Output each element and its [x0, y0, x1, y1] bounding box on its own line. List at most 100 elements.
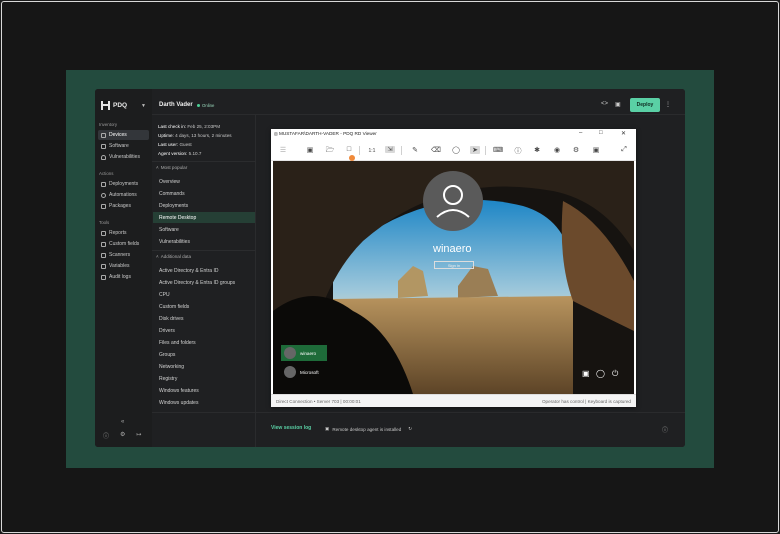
section-label-tools: Tools [99, 220, 110, 225]
logout-icon[interactable]: ↦ [136, 431, 141, 440]
sidebar-item-label: Custom fields [109, 241, 140, 247]
viewer-titlebar[interactable]: ▧ MUSTAFAR\DARTH-VADER - PDQ RD Viewer –… [271, 129, 636, 140]
display-settings-icon[interactable]: ▣ [591, 146, 601, 154]
group-most-popular[interactable]: ˄ Most popular [156, 165, 187, 170]
record-icon[interactable]: ◉ [552, 146, 562, 154]
avatar [284, 366, 296, 378]
panel-item-cpu[interactable]: CPU [153, 289, 255, 300]
help-icon[interactable]: ⓘ [662, 425, 668, 434]
sidebar-item-devices[interactable]: Devices [98, 130, 149, 140]
section-label-actions: Actions [99, 171, 114, 176]
device-panel: Last check in: Feb 25, 2:03PM Uptime: 4 … [152, 115, 256, 447]
panel-item-deployments[interactable]: Deployments [153, 200, 255, 211]
fit-screen-icon[interactable]: ⇲ [385, 146, 395, 153]
panel-item-remote-desktop[interactable]: Remote Desktop [153, 212, 255, 223]
collapse-sidebar-icon[interactable]: « [121, 419, 124, 425]
list-icon [101, 241, 106, 247]
group-additional-data[interactable]: ˄ Additional data [156, 254, 191, 259]
sidebar-item-custom-fields[interactable]: Custom fields [98, 239, 149, 249]
chevron-down-icon[interactable]: ▼ [141, 103, 146, 109]
panel-item-registry[interactable]: Registry [153, 373, 255, 384]
info-icon[interactable]: ⓘ [513, 146, 523, 156]
panel-item-software[interactable]: Software [153, 224, 255, 235]
viewer-statusbar: Direct Connection • Server 703 | 00:00:0… [271, 394, 636, 407]
divider [152, 250, 256, 251]
sidebar-item-label: Automations [109, 192, 137, 198]
pdq-logo-icon [101, 101, 110, 110]
panel-item-windows-updates[interactable]: Windows updates [153, 397, 255, 408]
panel-item-custom-fields[interactable]: Custom fields [153, 301, 255, 312]
online-dot-icon [197, 104, 200, 107]
status-badge: Online [197, 103, 214, 108]
sidebar-item-deployments[interactable]: Deployments [98, 179, 149, 189]
highlight-icon[interactable]: ◯ [451, 146, 461, 154]
tools-icon[interactable]: ✱ [532, 146, 542, 154]
divider [152, 161, 256, 162]
zoom-1-1-button[interactable]: 1:1 [367, 148, 377, 154]
rocket-icon [101, 181, 106, 187]
panel-item-disk-drives[interactable]: Disk drives [153, 313, 255, 324]
panel-item-files-folders[interactable]: Files and folders [153, 337, 255, 348]
view-session-log-link[interactable]: View session log [271, 425, 311, 431]
settings-icon[interactable]: ⚙ [120, 431, 125, 440]
deploy-button[interactable]: Deploy [630, 98, 660, 112]
monitor-icon[interactable]: ▣ [305, 146, 315, 154]
accessibility-icon[interactable]: ◯ [596, 369, 605, 378]
app-icon: ▧ [274, 131, 278, 136]
pen-icon[interactable]: ✎ [410, 146, 420, 154]
maximize-icon[interactable]: □ [599, 130, 603, 136]
sidebar-item-reports[interactable]: Reports [98, 228, 149, 238]
remote-screen[interactable]: winaero Sign in winaero Microsoft ▣ ◯ ⏻ [273, 161, 634, 394]
panel-item-ad-groups[interactable]: Active Directory & Entra ID groups [153, 277, 255, 288]
close-icon[interactable]: ✕ [621, 130, 626, 137]
box-icon [101, 143, 106, 149]
help-icon[interactable]: ⓘ [103, 431, 109, 440]
sidebar-item-audit-logs[interactable]: Audit logs [98, 272, 149, 282]
connection-status: Direct Connection • Server 703 | 00:00:0… [276, 399, 361, 404]
user-tile[interactable]: winaero [281, 345, 327, 361]
user-tile[interactable]: Microsoft [281, 364, 327, 380]
panel-item-overview[interactable]: Overview [153, 176, 255, 187]
control-status: Operator has control | Keyboard is captu… [541, 399, 631, 404]
fullscreen-icon[interactable]: ⤢ [619, 146, 629, 154]
lock-screen-user: winaero [433, 243, 472, 255]
monitor-icon[interactable]: ▣ [615, 101, 621, 108]
sidebar-item-vulnerabilities[interactable]: Vulnerabilities [98, 152, 149, 162]
power-icon[interactable]: ⏻ [612, 369, 618, 379]
panel-item-vulnerabilities[interactable]: Vulnerabilities [153, 236, 255, 247]
keyboard-icon[interactable]: ⌨ [493, 146, 503, 154]
sidebar-item-label: Deployments [109, 181, 139, 187]
rd-viewer-window: ▧ MUSTAFAR\DARTH-VADER - PDQ RD Viewer –… [271, 129, 636, 407]
scan-icon [101, 252, 106, 258]
folder-icon[interactable]: 🗁 [325, 146, 335, 157]
panel-item-windows-features[interactable]: Windows features [153, 385, 255, 396]
chat-icon[interactable]: □ [344, 146, 354, 153]
code-icon[interactable]: <> [601, 101, 608, 107]
eraser-icon[interactable]: ⌫ [431, 146, 441, 154]
pointer-icon[interactable]: ➤ [470, 146, 480, 154]
panel-item-drivers[interactable]: Drivers [153, 325, 255, 336]
sidebar-item-automations[interactable]: Automations [98, 190, 149, 200]
panel-item-commands[interactable]: Commands [153, 188, 255, 199]
minimize-icon[interactable]: – [579, 130, 582, 136]
sidebar-item-label: Software [109, 143, 129, 149]
network-icon[interactable]: ▣ [582, 369, 590, 378]
more-options-icon[interactable]: ⋮ [665, 101, 671, 108]
panel-item-ad[interactable]: Active Directory & Entra ID [153, 265, 255, 276]
sidebar-footer: ⓘ ⚙ ↦ [103, 431, 141, 440]
refresh-icon[interactable]: ↻ [408, 426, 412, 432]
menu-icon[interactable]: ☰ [278, 146, 288, 154]
viewer-toolbar: ☰ ▣ 🗁 □ 1:1 ⇲ ✎ ⌫ ◯ ➤ ⌨ ⓘ ✱ ◉ ⚙ ▣ ⤢ [271, 140, 636, 161]
panel-item-networking[interactable]: Networking [153, 361, 255, 372]
sidebar-item-software[interactable]: Software [98, 141, 149, 151]
sidebar-item-label: Vulnerabilities [109, 154, 140, 160]
settings-icon[interactable]: ⚙ [571, 146, 581, 154]
panel-item-groups[interactable]: Groups [153, 349, 255, 360]
monitor-icon: ▣ [325, 426, 330, 431]
sidebar-item-scanners[interactable]: Scanners [98, 250, 149, 260]
sidebar-item-packages[interactable]: Packages [98, 201, 149, 211]
pdq-logo[interactable]: PDQ [101, 101, 127, 110]
sign-in-button[interactable]: Sign in [434, 261, 474, 269]
sidebar-item-label: Reports [109, 230, 127, 236]
sidebar-item-variables[interactable]: Variables [98, 261, 149, 271]
